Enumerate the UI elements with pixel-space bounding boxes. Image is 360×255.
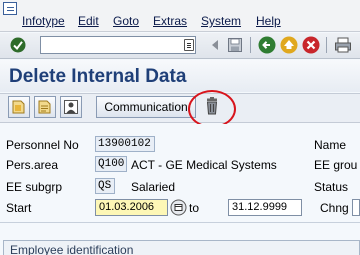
calendar-help-icon [170, 199, 187, 216]
save-button[interactable] [226, 36, 244, 54]
cancel-button[interactable] [302, 36, 320, 54]
enter-button[interactable] [9, 36, 27, 54]
personnel-no-value: 13900102 [95, 136, 155, 152]
person-button[interactable] [60, 96, 82, 118]
date-picker-button[interactable] [170, 199, 187, 216]
ee-group-label: EE grou [314, 158, 358, 172]
to-label: to [189, 201, 200, 215]
communication-button[interactable]: Communication [96, 96, 196, 118]
document-list-icon [38, 100, 51, 114]
ee-subgrp-text: Salaried [131, 180, 176, 194]
chng-label: Chng [320, 201, 349, 215]
copy-button[interactable] [8, 96, 30, 118]
print-button[interactable] [334, 36, 352, 54]
back-button[interactable] [258, 36, 276, 54]
end-date-field[interactable]: 31.12.9999 [228, 199, 302, 216]
name-label: Name [314, 138, 347, 152]
person-picture-icon [64, 100, 78, 114]
ee-subgrp-label: EE subgrp [6, 180, 63, 194]
back-green-icon [258, 36, 276, 54]
start-label: Start [6, 201, 32, 215]
printer-icon [335, 37, 351, 53]
triangle-left-icon [212, 40, 218, 50]
cancel-red-icon [302, 36, 320, 54]
menu-system[interactable]: System [201, 14, 241, 28]
page-title: Delete Internal Data [9, 66, 187, 87]
ee-subgrp-code: QS [95, 178, 115, 194]
pers-area-code: Q100 [95, 156, 127, 172]
toolbar-separator [250, 37, 251, 53]
pers-area-label: Pers.area [6, 158, 59, 172]
command-history-icon[interactable] [184, 39, 194, 51]
back-arrow-button[interactable] [206, 36, 224, 54]
menu-infotype[interactable]: Infotype [22, 14, 65, 28]
document-icon [12, 100, 25, 114]
exit-yellow-icon [280, 36, 298, 54]
command-field[interactable] [40, 36, 196, 54]
exit-button[interactable] [280, 36, 298, 54]
system-menu-icon[interactable] [3, 2, 17, 15]
group-title: Employee identification [10, 243, 134, 255]
menu-help[interactable]: Help [256, 14, 281, 28]
overview-button[interactable] [34, 96, 56, 118]
menu-edit[interactable]: Edit [78, 14, 99, 28]
floppy-disk-icon [228, 38, 242, 52]
checkmark-icon [10, 37, 26, 53]
personnel-no-label: Personnel No [6, 138, 79, 152]
menu-goto[interactable]: Goto [113, 14, 139, 28]
toolbar-separator [326, 37, 327, 53]
status-label: Status [314, 180, 349, 194]
panel-divider [0, 222, 360, 223]
highlight-circle [188, 90, 236, 128]
menu-extras[interactable]: Extras [153, 14, 187, 28]
start-date-field[interactable]: 01.03.2006 [95, 199, 168, 216]
changed-on-field [352, 199, 360, 216]
pers-area-text: ACT - GE Medical Systems [131, 158, 277, 172]
command-input[interactable] [41, 37, 181, 53]
